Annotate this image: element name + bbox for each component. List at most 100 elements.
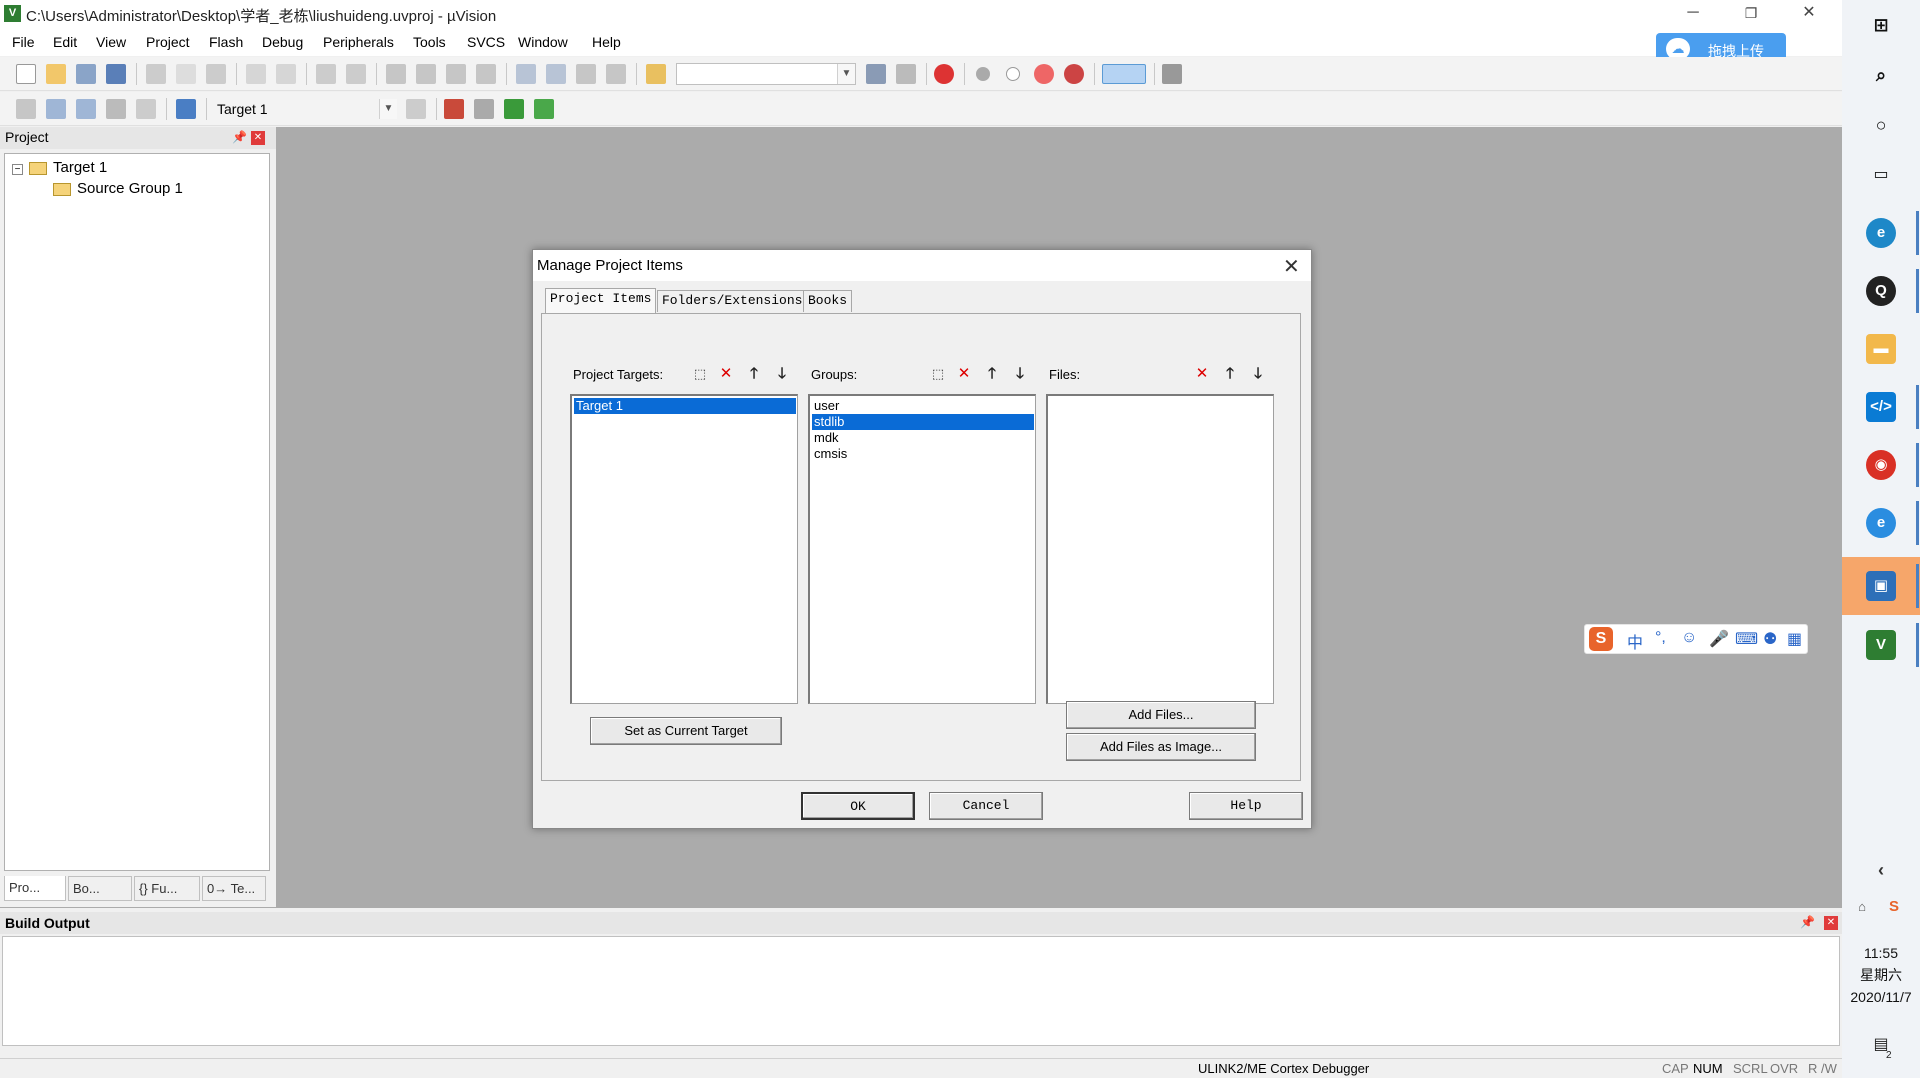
uncomment-icon[interactable] — [606, 64, 626, 84]
new-group-icon[interactable]: ⬚ — [928, 364, 948, 384]
menu-edit[interactable]: Edit — [53, 34, 77, 50]
tab-project[interactable]: Pro... — [4, 876, 66, 901]
comment-icon[interactable] — [576, 64, 596, 84]
sogou-logo-icon[interactable]: S — [1589, 627, 1613, 651]
delete-file-icon[interactable]: ✕ — [1192, 364, 1212, 384]
prev-bookmark-icon[interactable] — [416, 64, 436, 84]
chevron-down-icon[interactable]: ▼ — [379, 99, 397, 119]
cortana-icon[interactable]: ○ — [1866, 110, 1896, 140]
download-load-icon[interactable] — [176, 99, 196, 119]
internet-explorer-icon[interactable]: e — [1866, 508, 1896, 538]
files-list[interactable] — [1046, 394, 1274, 704]
navigate-back-icon[interactable] — [316, 64, 336, 84]
list-item[interactable]: stdlib — [812, 414, 1034, 430]
menu-window[interactable]: Window — [518, 34, 568, 50]
move-up-icon[interactable]: 🡑 — [982, 364, 1002, 384]
list-item[interactable]: user — [812, 398, 1034, 414]
menu-flash[interactable]: Flash — [209, 34, 243, 50]
find-icon[interactable] — [866, 64, 886, 84]
qq-icon[interactable]: Q — [1866, 276, 1896, 306]
kill-breakpoints-icon[interactable] — [1064, 64, 1084, 84]
move-up-icon[interactable]: 🡑 — [744, 364, 764, 384]
collapse-icon[interactable]: − — [12, 164, 23, 175]
set-as-current-target-button[interactable]: Set as Current Target — [590, 717, 782, 745]
unindent-icon[interactable] — [546, 64, 566, 84]
tree-item-source-group[interactable]: Source Group 1 — [53, 180, 183, 197]
move-up-icon[interactable]: 🡑 — [1220, 364, 1240, 384]
menu-peripherals[interactable]: Peripherals — [323, 34, 394, 50]
move-down-icon[interactable]: 🡓 — [1248, 364, 1268, 384]
batch-build-icon[interactable] — [106, 99, 126, 119]
tab-project-items[interactable]: Project Items — [545, 288, 657, 314]
enable-breakpoint-icon[interactable] — [1006, 67, 1020, 81]
user-icon[interactable]: ⚉ — [1763, 629, 1777, 649]
menu-tools[interactable]: Tools — [413, 34, 446, 50]
file-explorer-icon[interactable]: ▬ — [1866, 334, 1896, 364]
find-in-files-icon[interactable] — [646, 64, 666, 84]
restore-button[interactable]: ❐ — [1722, 0, 1780, 28]
project-targets-list[interactable]: Target 1 — [570, 394, 798, 704]
navigate-forward-icon[interactable] — [346, 64, 366, 84]
ok-button[interactable]: OK — [801, 792, 915, 820]
chevron-down-icon[interactable]: ▼ — [837, 64, 855, 84]
taskbar-clock[interactable]: 11:55 星期六 2020/11/7 — [1842, 942, 1920, 1008]
pin-icon[interactable]: 📌 — [1800, 915, 1815, 929]
pin-icon[interactable]: 📌 — [232, 130, 247, 144]
move-down-icon[interactable]: 🡓 — [1010, 364, 1030, 384]
menu-view[interactable]: View — [96, 34, 126, 50]
clear-bookmarks-icon[interactable] — [476, 64, 496, 84]
windows-start-icon[interactable]: ⊞ — [1866, 10, 1896, 40]
network-icon[interactable]: ⌂ — [1850, 892, 1874, 922]
bookmark-icon[interactable] — [386, 64, 406, 84]
keyboard-icon[interactable]: ⌨ — [1735, 629, 1758, 649]
build-icon[interactable] — [46, 99, 66, 119]
menu-project[interactable]: Project — [146, 34, 190, 50]
new-target-icon[interactable]: ⬚ — [690, 364, 710, 384]
menu-svcs[interactable]: SVCS — [467, 34, 505, 50]
new-file-icon[interactable] — [16, 64, 36, 84]
microphone-icon[interactable]: 🎤 — [1709, 629, 1729, 649]
task-view-icon[interactable]: ▭ — [1866, 160, 1896, 190]
select-packs-icon[interactable] — [474, 99, 494, 119]
paste-icon[interactable] — [206, 64, 226, 84]
options-for-target-icon[interactable] — [406, 99, 426, 119]
ime-punctuation-mode[interactable]: °, — [1655, 629, 1666, 647]
configure-icon[interactable] — [1162, 64, 1182, 84]
debug-session-icon[interactable] — [934, 64, 954, 84]
tab-folders-extensions[interactable]: Folders/Extensions — [657, 290, 808, 312]
menu-file[interactable]: File — [12, 34, 35, 50]
rebuild-icon[interactable] — [76, 99, 96, 119]
edge-browser-icon[interactable]: e — [1866, 218, 1896, 248]
list-item[interactable]: cmsis — [812, 446, 1034, 462]
uvision-task-icon[interactable]: V — [1866, 630, 1896, 660]
find-combo[interactable]: ▼ — [676, 63, 856, 85]
chevron-left-icon[interactable]: ‹ — [1866, 855, 1896, 885]
disable-breakpoints-icon[interactable] — [1034, 64, 1054, 84]
chrome-icon[interactable]: ◉ — [1866, 450, 1896, 480]
vscode-icon[interactable]: </> — [1866, 392, 1896, 422]
menu-help[interactable]: Help — [592, 34, 621, 50]
search-icon[interactable]: ⌕ — [1866, 60, 1896, 90]
save-all-icon[interactable] — [106, 64, 126, 84]
translate-icon[interactable] — [16, 99, 36, 119]
stop-build-icon[interactable] — [136, 99, 156, 119]
close-icon[interactable]: ✕ — [1824, 916, 1838, 930]
remote-desktop-icon[interactable]: ▣ — [1866, 571, 1896, 601]
tab-books[interactable]: Bo... — [68, 876, 132, 901]
window-layout-icon[interactable] — [1102, 64, 1146, 84]
help-button[interactable]: Help — [1189, 792, 1303, 820]
pack-installer-icon[interactable] — [534, 99, 554, 119]
indent-icon[interactable] — [516, 64, 536, 84]
insert-breakpoint-icon[interactable] — [976, 67, 990, 81]
redo-icon[interactable] — [276, 64, 296, 84]
close-window-button[interactable]: ✕ — [1780, 0, 1838, 28]
target-select[interactable]: Target 1 ▼ — [210, 98, 398, 120]
tree-item-target[interactable]: Target 1 — [29, 159, 107, 176]
save-icon[interactable] — [76, 64, 96, 84]
skin-icon[interactable]: ▦ — [1787, 629, 1802, 649]
list-item[interactable]: Target 1 — [574, 398, 796, 414]
undo-icon[interactable] — [246, 64, 266, 84]
delete-target-icon[interactable]: ✕ — [716, 364, 736, 384]
manage-project-items-icon[interactable] — [444, 99, 464, 119]
tab-books[interactable]: Books — [803, 290, 853, 312]
